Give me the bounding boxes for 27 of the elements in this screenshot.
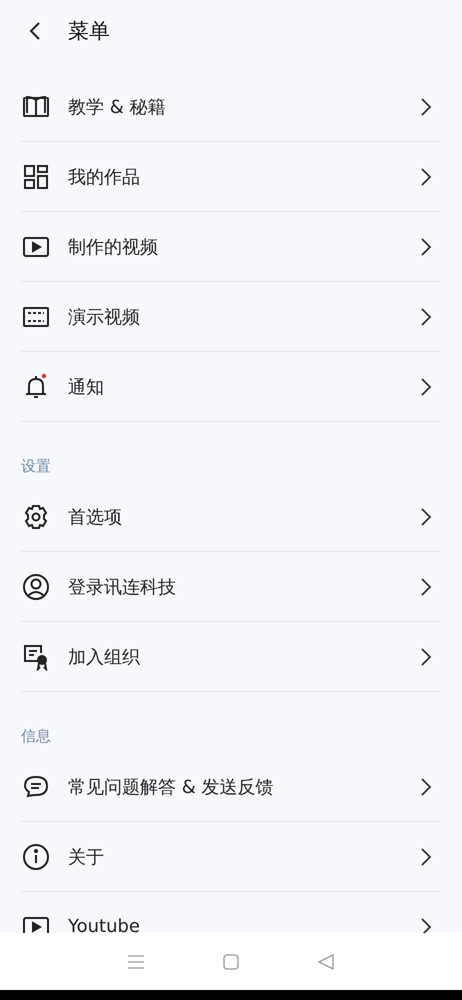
chevron-icon <box>420 96 432 116</box>
chevron-icon <box>420 376 432 396</box>
chevron-icon <box>420 506 432 526</box>
back-icon[interactable] <box>28 21 42 41</box>
chevron-icon <box>420 306 432 326</box>
home-icon[interactable] <box>222 952 240 970</box>
chevron-icon <box>420 916 432 933</box>
menu-item[interactable]: 加入组织 <box>21 622 441 692</box>
chevron-icon <box>420 166 432 186</box>
menu-item[interactable]: 演示视频 <box>21 282 441 352</box>
menu-item[interactable]: 首选项 <box>21 482 441 552</box>
section-label: 信息 <box>21 727 51 745</box>
section-label: 设置 <box>21 457 51 475</box>
chevron-icon <box>420 646 432 666</box>
chevron-icon <box>420 236 432 256</box>
menu-item[interactable]: 关于 <box>21 822 441 892</box>
chevron-icon <box>420 576 432 596</box>
menu-item[interactable]: 教学 & 秘籍 <box>21 72 441 142</box>
menu-icon[interactable] <box>126 954 145 970</box>
menu-item[interactable]: 登录讯连科技 <box>21 552 441 622</box>
page-title: 菜单 <box>68 18 110 45</box>
menu-item[interactable]: 常见问题解答 & 发送反馈 <box>21 752 441 822</box>
menu-item[interactable]: 我的作品 <box>21 142 441 212</box>
menu-item[interactable]: 通知 <box>21 352 441 422</box>
chevron-icon <box>420 776 432 796</box>
menu-item[interactable]: 制作的视频 <box>21 212 441 282</box>
chevron-icon <box>420 846 432 866</box>
